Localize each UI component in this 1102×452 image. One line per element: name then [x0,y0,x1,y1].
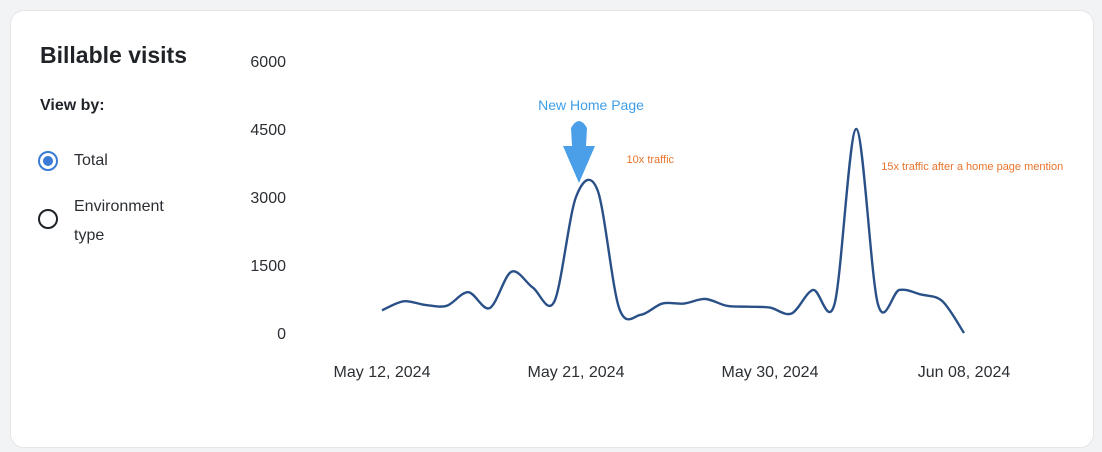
annotation-10x-traffic: 10x traffic [627,154,675,166]
y-tick-label: 3000 [250,190,286,207]
annotation-15x-traffic: 15x traffic after a home page mention [881,161,1063,173]
x-tick-label: May 12, 2024 [334,364,431,381]
y-tick-label: 1500 [250,258,286,275]
line-chart: 0 1500 3000 4500 6000 May 12, 2024 May 21, 202… [250,54,1063,381]
x-tick-label: May 30, 2024 [722,364,819,381]
x-tick-label: Jun 08, 2024 [918,364,1011,381]
y-tick-label: 4500 [250,122,286,139]
down-arrow-icon [563,121,595,183]
y-tick-label: 0 [277,326,286,343]
annotation-new-home-page: New Home Page [538,97,644,113]
y-tick-label: 6000 [250,54,286,71]
x-tick-label: May 21, 2024 [528,364,625,381]
